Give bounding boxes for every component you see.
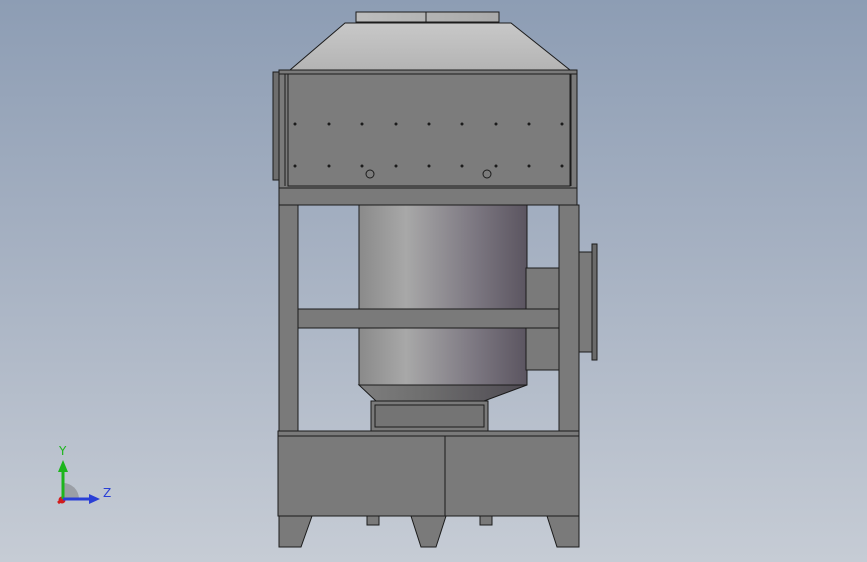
frame-cross-beam [297, 308, 560, 329]
z-axis-head [89, 494, 100, 504]
z-axis-label: Z [103, 486, 111, 500]
base-cabinet [277, 430, 580, 517]
y-axis-label: Y [58, 444, 67, 458]
exhaust-duct [355, 11, 500, 23]
base-feet [278, 515, 580, 548]
frame-top-beam [278, 187, 578, 206]
y-axis-head [58, 460, 68, 472]
orientation-triad[interactable]: Y Z [57, 444, 111, 505]
discharge-valve [370, 400, 489, 432]
collector-cylinder [357, 204, 528, 402]
upper-housing [272, 69, 578, 189]
model-drawing[interactable]: Y Z [0, 0, 867, 562]
cad-graphics-viewport[interactable]: Y Z [0, 0, 867, 562]
hood-roof [288, 22, 572, 71]
